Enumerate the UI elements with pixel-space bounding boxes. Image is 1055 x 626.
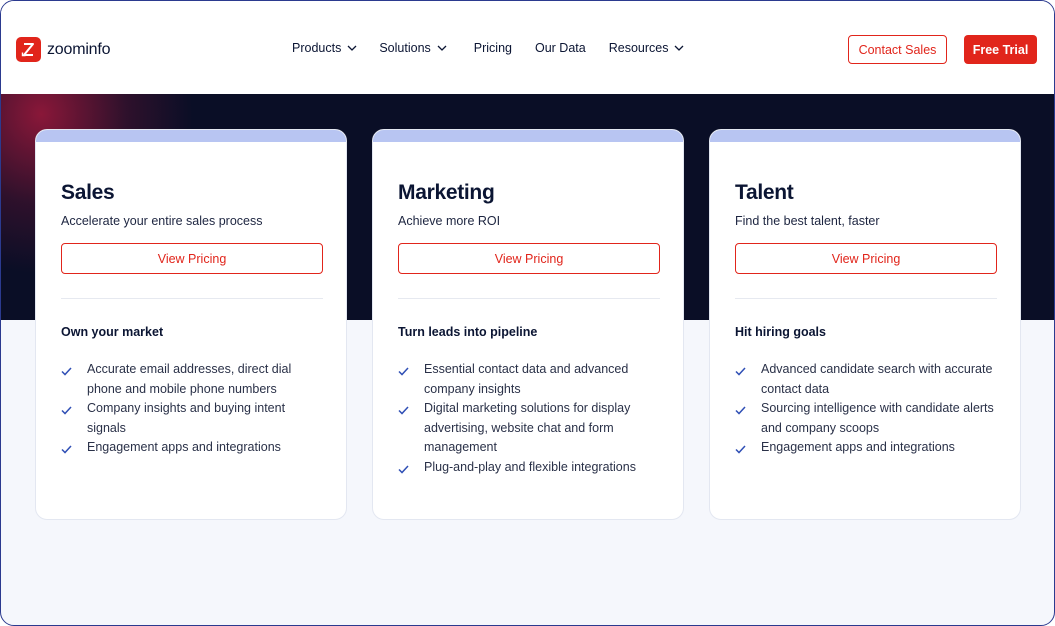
view-pricing-button[interactable]: View Pricing	[735, 243, 997, 274]
nav-item-label: Our Data	[535, 41, 586, 55]
site-header: zoominfo Products Solutions Pricing Our …	[1, 1, 1054, 94]
feature-list: Accurate email addresses, direct dial ph…	[61, 360, 323, 459]
list-item: Engagement apps and integrations	[735, 438, 997, 459]
checkmark-icon	[398, 360, 424, 381]
card-divider	[398, 298, 660, 299]
checkmark-icon	[735, 399, 761, 420]
pricing-card-talent: Talent Find the best talent, faster View…	[709, 129, 1021, 520]
card-title: Marketing	[398, 181, 495, 204]
checkmark-icon	[398, 458, 424, 479]
list-item: Essential contact data and advanced comp…	[398, 360, 660, 399]
page-frame: zoominfo Products Solutions Pricing Our …	[0, 0, 1055, 626]
card-feature-heading: Turn leads into pipeline	[398, 325, 538, 339]
list-item: Digital marketing solutions for display …	[398, 399, 660, 458]
list-item: Engagement apps and integrations	[61, 438, 323, 459]
zoominfo-logo-icon	[16, 37, 41, 62]
card-subtitle: Find the best talent, faster	[735, 214, 880, 228]
contact-sales-button[interactable]: Contact Sales	[848, 35, 947, 64]
chevron-down-icon	[437, 45, 447, 51]
feature-text: Advanced candidate search with accurate …	[761, 362, 993, 396]
checkmark-icon	[61, 399, 87, 420]
list-item: Sourcing intelligence with candidate ale…	[735, 399, 997, 438]
list-item: Accurate email addresses, direct dial ph…	[61, 360, 323, 399]
list-item: Plug-and-play and flexible integrations	[398, 458, 660, 479]
feature-list: Advanced candidate search with accurate …	[735, 360, 997, 459]
nav-item-label: Resources	[608, 41, 669, 55]
nav-item-our-data[interactable]: Our Data	[535, 41, 586, 55]
card-subtitle: Achieve more ROI	[398, 214, 501, 228]
view-pricing-button[interactable]: View Pricing	[61, 243, 323, 274]
nav-item-label: Pricing	[473, 41, 512, 55]
nav-item-pricing[interactable]: Pricing	[474, 41, 512, 55]
card-subtitle: Accelerate your entire sales process	[61, 214, 263, 228]
feature-text: Engagement apps and integrations	[87, 440, 281, 455]
card-feature-heading: Own your market	[61, 325, 164, 339]
card-feature-heading: Hit hiring goals	[735, 325, 826, 339]
card-accent-bar	[710, 130, 1020, 142]
feature-list: Essential contact data and advanced comp…	[398, 360, 660, 479]
zoominfo-logo[interactable]: zoominfo	[16, 37, 111, 62]
checkmark-icon	[735, 438, 761, 459]
card-divider	[61, 298, 323, 299]
checkmark-icon	[61, 360, 87, 381]
chevron-down-icon	[675, 45, 684, 51]
feature-text: Engagement apps and integrations	[761, 440, 955, 455]
pricing-card-marketing: Marketing Achieve more ROI View Pricing …	[372, 129, 684, 520]
card-title: Sales	[61, 181, 115, 204]
nav-item-label: Products	[292, 41, 342, 55]
card-accent-bar	[373, 130, 683, 142]
pricing-card-sales: Sales Accelerate your entire sales proce…	[35, 129, 347, 520]
checkmark-icon	[735, 360, 761, 381]
nav-item-label: Solutions	[379, 41, 431, 55]
feature-text: Plug-and-play and flexible integrations	[424, 459, 636, 474]
logo-wordmark: zoominfo	[47, 40, 111, 58]
feature-text: Essential contact data and advanced comp…	[424, 362, 629, 396]
feature-text: Company insights and buying intent signa…	[87, 401, 286, 435]
card-title: Talent	[735, 181, 794, 204]
feature-text: Digital marketing solutions for display …	[424, 401, 631, 455]
free-trial-button[interactable]: Free Trial	[964, 35, 1037, 64]
nav-item-resources[interactable]: Resources	[609, 41, 685, 55]
list-item: Advanced candidate search with accurate …	[735, 360, 997, 399]
main-nav: Products Solutions Pricing Our Data Reso…	[292, 41, 684, 55]
nav-item-products[interactable]: Products	[292, 41, 357, 55]
card-accent-bar	[36, 130, 346, 142]
chevron-down-icon	[347, 45, 357, 51]
card-divider	[735, 298, 997, 299]
view-pricing-button[interactable]: View Pricing	[398, 243, 660, 274]
checkmark-icon	[61, 438, 87, 459]
checkmark-icon	[398, 399, 424, 420]
list-item: Company insights and buying intent signa…	[61, 399, 323, 438]
feature-text: Accurate email addresses, direct dial ph…	[87, 362, 292, 396]
nav-item-solutions[interactable]: Solutions	[379, 41, 447, 55]
feature-text: Sourcing intelligence with candidate ale…	[761, 401, 994, 435]
